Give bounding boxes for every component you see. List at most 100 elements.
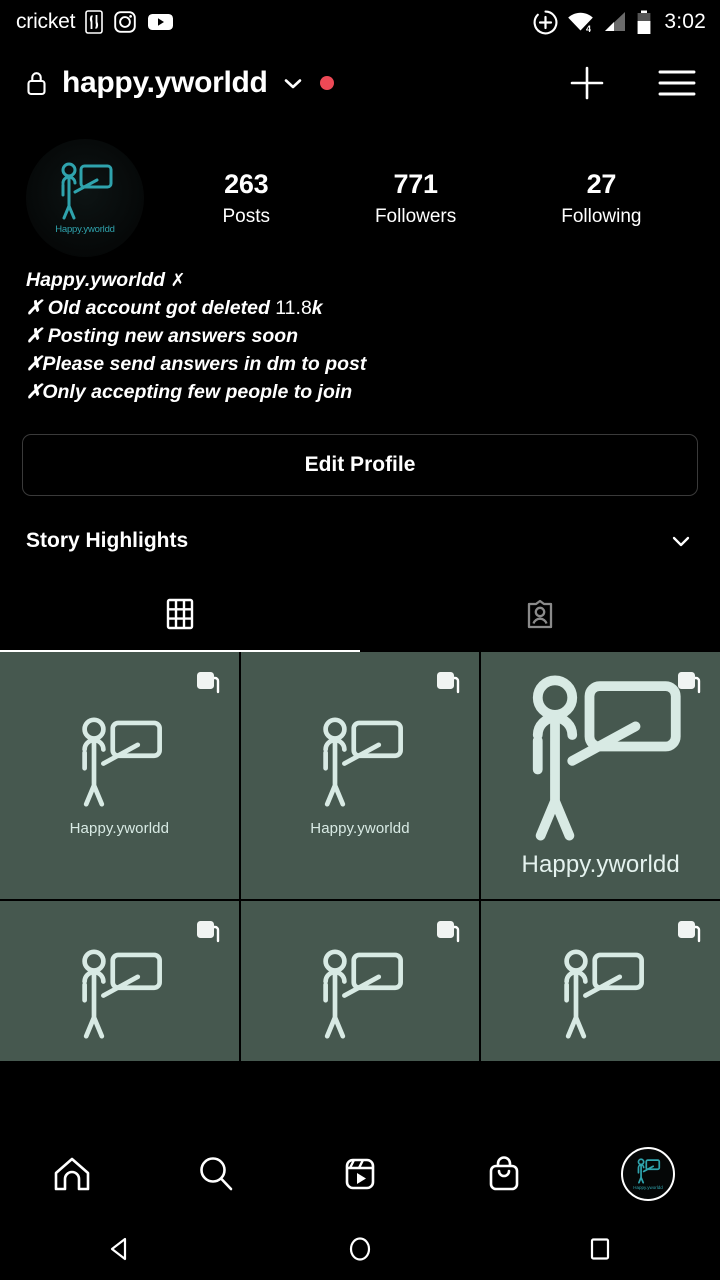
- notification-dot: [319, 76, 334, 90]
- avatar[interactable]: Happy.yworldd: [26, 139, 144, 257]
- clock-label: 3:02: [664, 10, 706, 33]
- stat-followers[interactable]: 771 Followers: [375, 169, 456, 228]
- nav-profile[interactable]: Happy.yworldd: [603, 1139, 693, 1209]
- status-bar: cricket 4 3:02: [0, 0, 720, 44]
- teacher-whiteboard-icon: [61, 162, 113, 220]
- nav-home[interactable]: [27, 1139, 117, 1209]
- stat-posts[interactable]: 263 Posts: [222, 169, 270, 228]
- edit-profile-wrap: Edit Profile: [0, 406, 720, 496]
- story-highlights-row[interactable]: Story Highlights: [0, 496, 720, 554]
- username-dropdown[interactable]: happy.yworldd: [24, 66, 334, 100]
- post-tile[interactable]: [481, 900, 720, 1061]
- chevron-down-icon[interactable]: [668, 528, 694, 554]
- profile-header: happy.yworldd: [0, 44, 720, 122]
- grid-icon: [166, 598, 194, 630]
- story-highlights-label: Story Highlights: [26, 529, 189, 552]
- carousel-icon: [437, 672, 460, 694]
- post-caption: Happy.yworldd: [521, 851, 680, 879]
- nav-search[interactable]: [171, 1139, 261, 1209]
- post-grid: Happy.yworldd Happy.yworldd Happy.yworld…: [0, 652, 720, 1061]
- carrier-label: cricket: [16, 10, 76, 33]
- instagram-profile-screen: cricket 4 3:02 happy.yworldd Happy.yworl…: [0, 0, 720, 1280]
- teacher-whiteboard-icon: [323, 949, 403, 1039]
- bio-line-0: Happy.yworldd ✗: [26, 266, 694, 294]
- recents-square-icon: [590, 1238, 610, 1260]
- post-tile[interactable]: Happy.yworldd: [0, 652, 239, 899]
- chevron-down-icon: [284, 79, 301, 89]
- add-post-icon[interactable]: [566, 62, 608, 104]
- hamburger-menu-icon[interactable]: [656, 66, 698, 100]
- wifi-icon: 4: [568, 12, 594, 33]
- bio-line-0-text: Happy.yworldd: [26, 269, 171, 291]
- bio-line-3: ✗Please send answers in dm to post: [26, 353, 367, 375]
- stat-following[interactable]: 27 Following: [561, 169, 641, 228]
- nav-shop[interactable]: [459, 1139, 549, 1209]
- followers-label: Followers: [374, 205, 457, 227]
- nav-avatar-label: Happy.yworldd: [633, 1185, 663, 1190]
- cell-signal-icon: [605, 12, 626, 31]
- nba-logo-icon: [85, 10, 104, 34]
- carousel-icon: [678, 920, 701, 942]
- bottom-navigation: Happy.yworldd: [0, 1130, 720, 1218]
- username-label: happy.yworldd: [62, 66, 268, 99]
- reels-icon: [345, 1158, 375, 1190]
- following-count: 27: [586, 168, 617, 199]
- stats-row: 263 Posts 771 Followers 27 Following: [144, 169, 694, 228]
- teacher-whiteboard-icon: [563, 949, 644, 1039]
- posts-count: 263: [224, 168, 269, 199]
- tagged-person-icon: [527, 599, 553, 629]
- shopping-bag-icon: [489, 1156, 519, 1191]
- status-bar-left: cricket: [16, 10, 174, 34]
- carousel-icon: [437, 920, 460, 942]
- tab-grid[interactable]: [0, 576, 360, 652]
- followers-count: 771: [393, 168, 438, 199]
- teacher-whiteboard-icon: [323, 717, 403, 807]
- bio-line-1-text: ✗ Old account got deleted: [26, 297, 276, 319]
- youtube-icon: [148, 14, 174, 30]
- instagram-icon: [114, 11, 137, 33]
- post-tile[interactable]: Happy.yworldd: [481, 652, 720, 899]
- bio-line-0-emoji: ✗: [170, 270, 186, 290]
- teacher-whiteboard-icon: [532, 675, 681, 841]
- post-tile[interactable]: Happy.yworldd: [240, 652, 480, 899]
- android-recents-button[interactable]: [540, 1218, 660, 1280]
- teacher-whiteboard-icon: [637, 1158, 661, 1184]
- android-home-button[interactable]: [300, 1218, 420, 1280]
- nav-reels[interactable]: [315, 1139, 405, 1209]
- add-circle-icon: [533, 10, 558, 34]
- carousel-icon: [678, 672, 701, 694]
- bio-line-1-suffix: k: [311, 297, 323, 319]
- post-caption: Happy.yworldd: [310, 819, 410, 837]
- status-bar-right: 4 3:02: [533, 10, 706, 35]
- post-caption: Happy.yworldd: [69, 819, 170, 837]
- bio-line-1: ✗ Old account got deleted 11.8k: [26, 294, 694, 322]
- edit-profile-button[interactable]: Edit Profile: [22, 434, 698, 496]
- post-tile[interactable]: [0, 900, 239, 1061]
- android-navigation-bar: [0, 1218, 720, 1280]
- carousel-icon: [196, 672, 219, 694]
- profile-avatar-icon: Happy.yworldd: [621, 1147, 675, 1201]
- search-icon: [200, 1157, 233, 1191]
- home-icon: [54, 1157, 90, 1191]
- back-triangle-icon: [110, 1237, 127, 1261]
- avatar-label: Happy.yworldd: [55, 224, 115, 235]
- profile-summary: Happy.yworldd 263 Posts 771 Followers 27…: [0, 122, 720, 257]
- bio-block: Happy.yworldd ✗ ✗ Old account got delete…: [0, 254, 720, 406]
- header-actions: [566, 62, 698, 104]
- wifi-badge: 4: [586, 24, 591, 33]
- teacher-whiteboard-icon: [82, 949, 163, 1039]
- android-back-button[interactable]: [60, 1218, 180, 1280]
- bio-line-2: ✗ Posting new answers soon: [26, 325, 299, 347]
- bio-line-4: ✗Only accepting few people to join: [26, 381, 353, 403]
- battery-icon: [637, 10, 651, 34]
- profile-tabs: [0, 576, 720, 652]
- tab-tagged[interactable]: [360, 576, 720, 652]
- following-label: Following: [561, 205, 642, 227]
- bio-line-1-number: 11.8: [275, 297, 312, 319]
- teacher-whiteboard-icon: [82, 717, 163, 807]
- posts-label: Posts: [222, 205, 270, 227]
- post-tile[interactable]: [240, 900, 480, 1061]
- carousel-icon: [196, 920, 219, 942]
- lock-icon: [27, 72, 46, 96]
- home-circle-icon: [349, 1237, 371, 1261]
